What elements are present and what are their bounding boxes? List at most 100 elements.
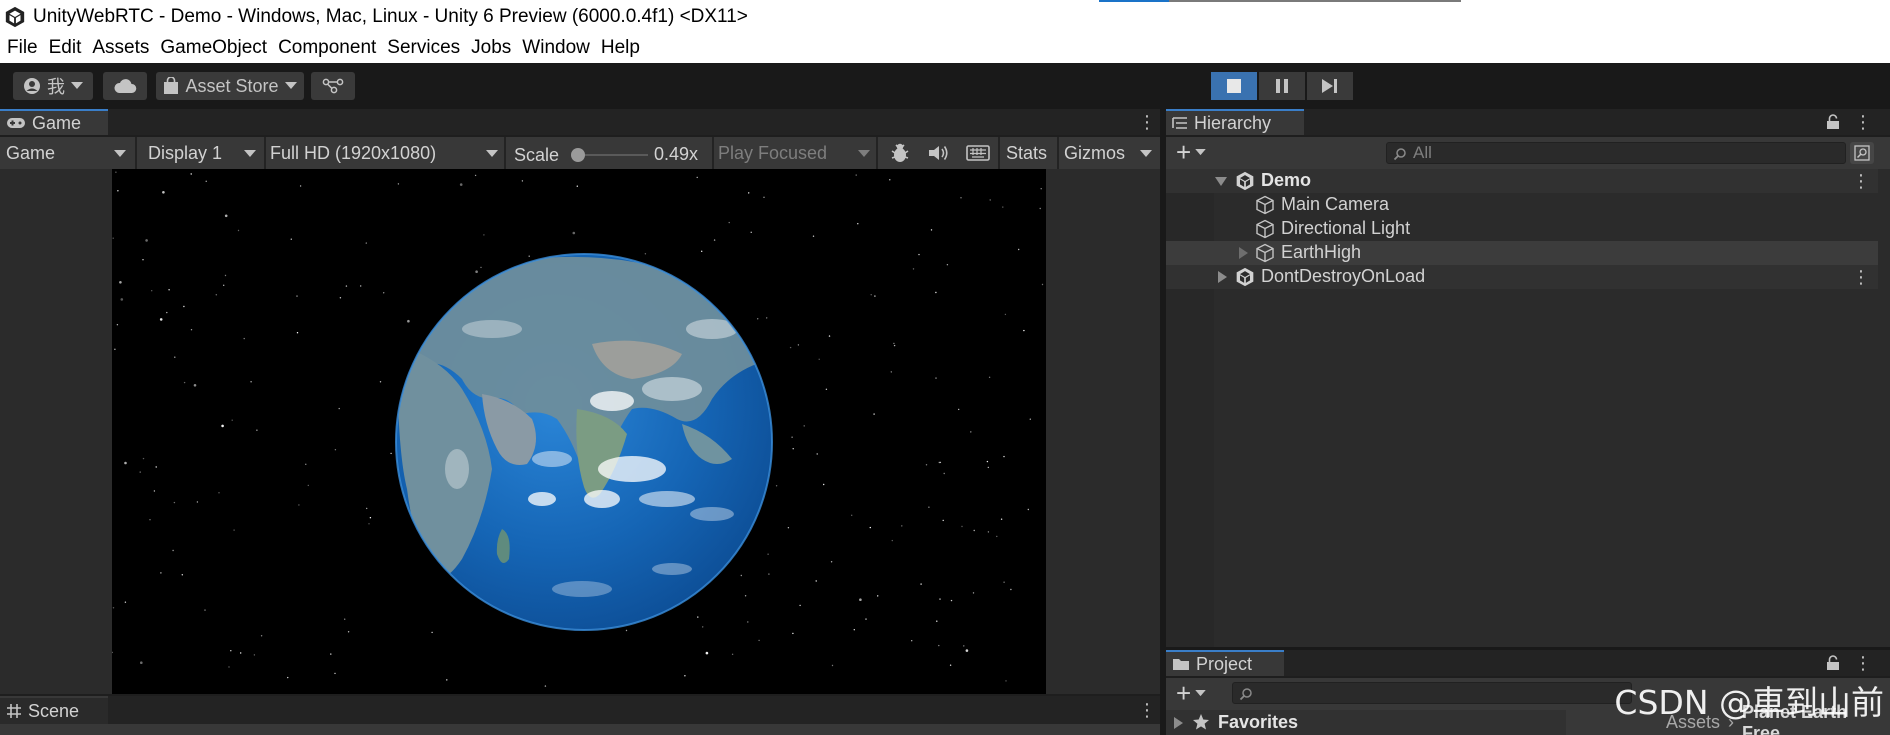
star: [812, 235, 815, 237]
game-render-canvas[interactable]: [112, 169, 1046, 694]
account-dropdown[interactable]: 我: [13, 72, 93, 100]
gizmos-dropdown[interactable]: Gizmos: [1058, 139, 1158, 167]
star: [744, 595, 747, 597]
create-asset-dropdown[interactable]: +: [1176, 680, 1206, 706]
star: [816, 453, 818, 455]
tab-project[interactable]: Project: [1166, 650, 1284, 676]
menu-assets[interactable]: Assets: [92, 37, 149, 59]
star: [168, 289, 170, 291]
step-button[interactable]: [1307, 72, 1353, 100]
hierarchy-row-earthhigh[interactable]: EarthHigh: [1166, 241, 1878, 265]
tab-scene[interactable]: Scene: [0, 696, 108, 724]
tab-hierarchy[interactable]: Hierarchy: [1166, 109, 1304, 135]
bug-toggle[interactable]: [882, 139, 916, 167]
star: [713, 239, 716, 241]
scene-row-menu-icon[interactable]: ⋮: [1852, 268, 1870, 286]
scale-slider-track[interactable]: [578, 154, 648, 156]
shortcuts-toggle[interactable]: [960, 139, 994, 167]
tab-game-label: Game: [32, 112, 82, 133]
foldout-collapsed-icon[interactable]: [1239, 247, 1248, 259]
title-accent-strip: [1099, 0, 1461, 2]
star: [115, 171, 117, 173]
star: [705, 651, 709, 655]
version-control-button[interactable]: [311, 72, 355, 100]
star: [918, 253, 920, 256]
menu-gameobject[interactable]: GameObject: [160, 37, 267, 59]
star: [172, 549, 174, 552]
tab-project-label: Project: [1196, 653, 1253, 674]
game-panel-menu-icon[interactable]: ⋮: [1138, 113, 1156, 131]
menu-file[interactable]: File: [7, 37, 38, 59]
star: [965, 649, 969, 652]
cloud-button[interactable]: [103, 72, 147, 100]
menu-edit[interactable]: Edit: [49, 37, 82, 59]
foldout-expanded-icon[interactable]: [1215, 177, 1227, 186]
star: [298, 504, 300, 506]
star: [701, 250, 703, 252]
hierarchy-scrollbar[interactable]: [1878, 169, 1890, 647]
display-dropdown[interactable]: Display 1: [142, 139, 262, 167]
star: [145, 239, 148, 242]
scene-row-menu-icon[interactable]: ⋮: [1852, 172, 1870, 190]
star-icon: [1193, 714, 1209, 730]
star: [750, 231, 752, 233]
star: [939, 598, 941, 600]
hierarchy-row-scene-demo[interactable]: Demo ⋮: [1166, 169, 1878, 193]
hierarchy-row-label: Directional Light: [1281, 218, 1411, 238]
star: [120, 298, 124, 301]
scene-panel-menu-icon[interactable]: ⋮: [1138, 701, 1156, 719]
foldout-collapsed-icon[interactable]: [1174, 717, 1183, 729]
star: [224, 274, 227, 277]
menu-component[interactable]: Component: [278, 37, 376, 59]
asset-store-dropdown[interactable]: Asset Store: [156, 72, 304, 100]
account-label: 我: [47, 77, 65, 97]
lock-icon[interactable]: [1826, 114, 1840, 130]
star: [330, 653, 332, 655]
gamepad-icon: [7, 118, 25, 128]
hierarchy-panel-menu-icon[interactable]: ⋮: [1854, 113, 1872, 131]
foldout-collapsed-icon[interactable]: [1218, 271, 1227, 283]
pause-button[interactable]: [1259, 72, 1305, 100]
search-by-type-button[interactable]: [1850, 142, 1874, 164]
hierarchy-search-input[interactable]: All: [1386, 142, 1846, 164]
hierarchy-row-main-camera[interactable]: Main Camera: [1166, 193, 1878, 217]
star: [190, 173, 192, 175]
star: [480, 266, 482, 269]
stop-play-button[interactable]: [1211, 72, 1257, 100]
chevron-down-icon: [284, 82, 297, 89]
project-panel-menu-icon[interactable]: ⋮: [1854, 654, 1872, 672]
favorites-row[interactable]: Favorites: [1166, 710, 1566, 735]
menu-services[interactable]: Services: [387, 37, 460, 59]
hierarchy-row-scene-dontdestroyonload[interactable]: DontDestroyOnLoad ⋮: [1166, 265, 1878, 289]
star: [791, 436, 793, 438]
star: [240, 652, 242, 654]
chevron-down-icon: [1195, 689, 1206, 696]
hierarchy-row-label: Main Camera: [1281, 194, 1390, 214]
mute-audio-toggle[interactable]: [920, 139, 954, 167]
folder-icon: [1173, 659, 1189, 670]
star: [987, 531, 990, 533]
star: [1010, 588, 1012, 591]
star: [869, 526, 871, 529]
star: [961, 525, 963, 528]
create-dropdown[interactable]: +: [1176, 139, 1206, 165]
resolution-dropdown[interactable]: Full HD (1920x1080): [264, 139, 504, 167]
tab-game[interactable]: Game: [0, 109, 108, 135]
stats-toggle[interactable]: Stats: [1000, 139, 1056, 167]
scale-slider-thumb[interactable]: [571, 148, 585, 162]
menu-help[interactable]: Help: [601, 37, 640, 59]
star: [334, 449, 337, 451]
star: [901, 525, 903, 527]
star: [1041, 283, 1044, 286]
star: [1005, 680, 1007, 682]
lock-icon[interactable]: [1826, 655, 1840, 671]
menu-jobs[interactable]: Jobs: [471, 37, 511, 59]
star: [935, 377, 937, 379]
window-title-bar: UnityWebRTC - Demo - Windows, Mac, Linux…: [0, 0, 1890, 33]
star: [407, 319, 410, 323]
menu-window[interactable]: Window: [522, 37, 590, 59]
hierarchy-row-directional-light[interactable]: Directional Light: [1166, 217, 1878, 241]
project-search-input[interactable]: [1232, 682, 1632, 704]
view-mode-dropdown[interactable]: Game: [0, 139, 132, 167]
play-mode-dropdown[interactable]: Play Focused: [712, 139, 876, 167]
